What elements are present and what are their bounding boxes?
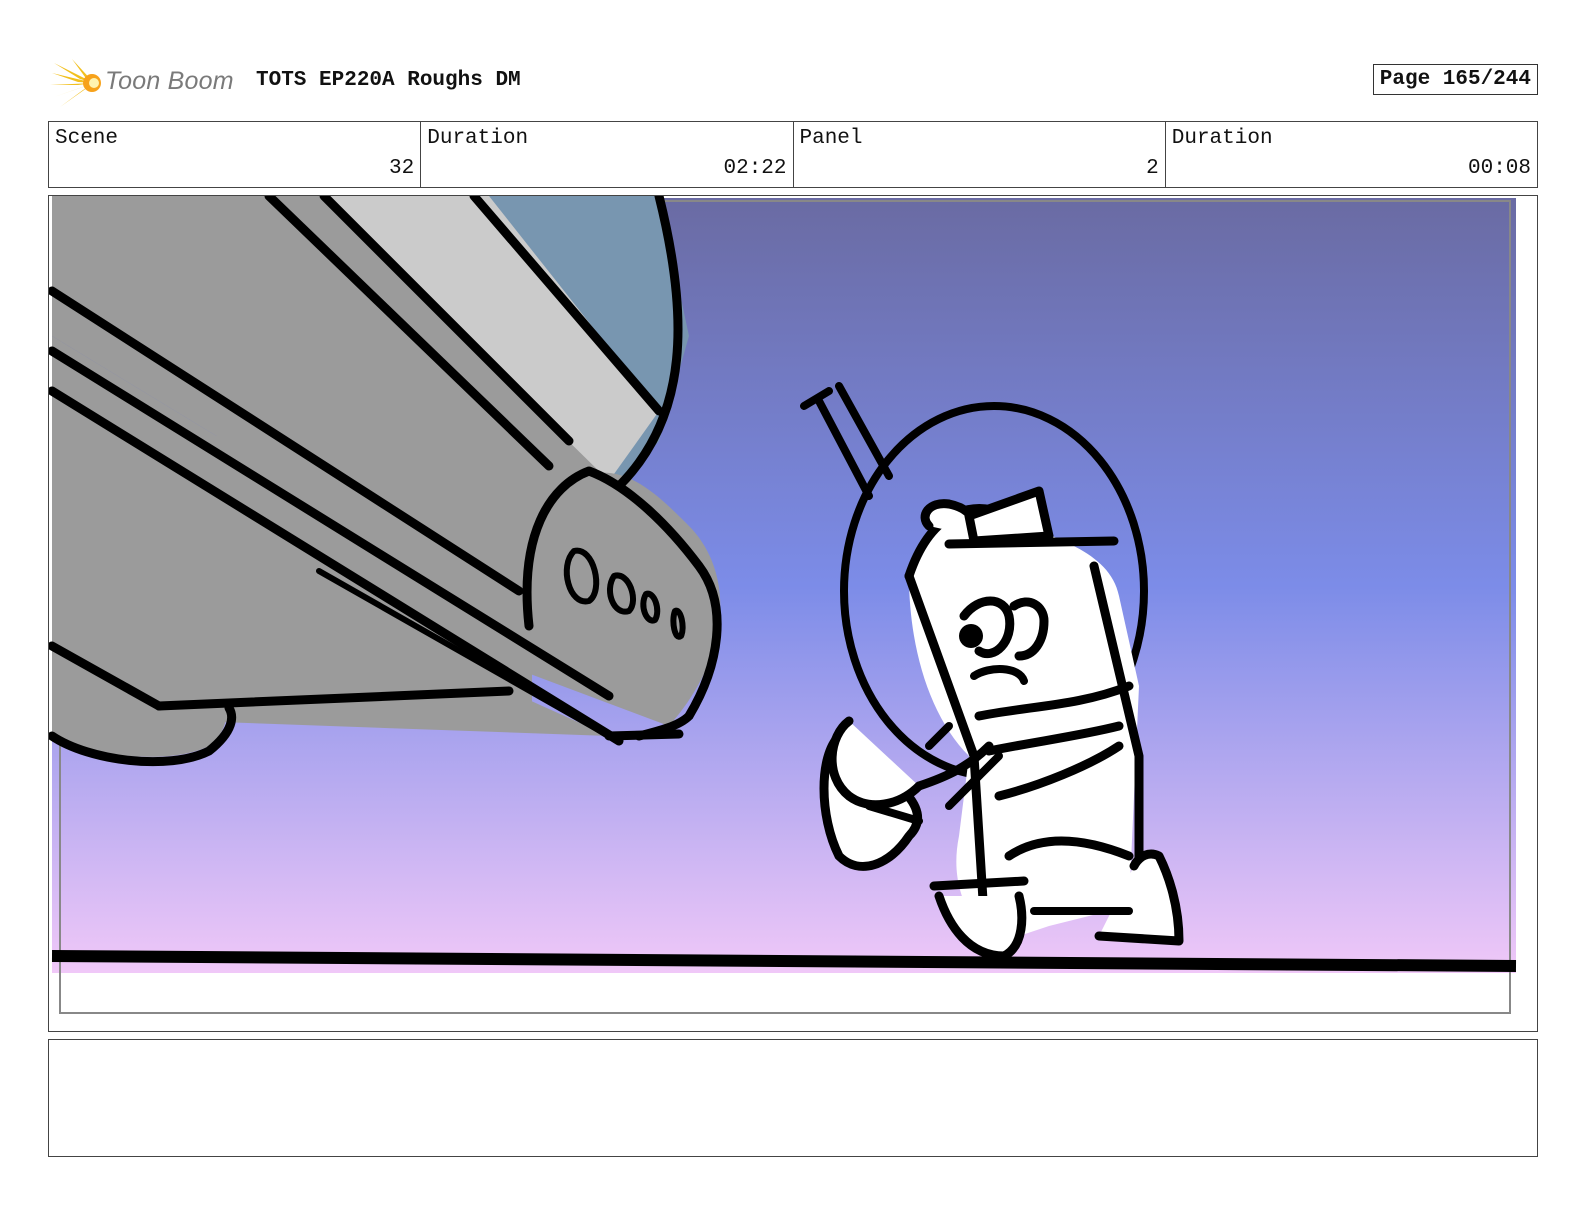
page-header: Toon Boom TOTS EP220A Roughs DM Page 165… <box>48 55 1538 110</box>
toon-boom-logo: Toon Boom <box>50 57 240 109</box>
logo-text: Toon Boom <box>105 67 234 95</box>
page-indicator: Page 165/244 <box>1372 64 1538 95</box>
scene-info-row: Scene 32 Duration 02:22 Panel 2 Duration… <box>48 121 1538 188</box>
panel-cell: Panel 2 <box>794 122 1166 187</box>
panel-label: Panel <box>799 127 863 150</box>
storyboard-panel <box>48 195 1538 1032</box>
scene-duration-cell: Duration 02:22 <box>421 122 794 187</box>
scene-value: 32 <box>389 157 415 180</box>
panel-notes <box>48 1039 1538 1157</box>
scene-cell: Scene 32 <box>49 122 422 187</box>
scene-duration-value: 02:22 <box>723 157 787 180</box>
spaceship <box>49 196 722 767</box>
scene-label: Scene <box>55 127 119 150</box>
notes-text <box>49 1040 1537 1052</box>
document-title: TOTS EP220A Roughs DM <box>256 69 521 92</box>
panel-duration-label: Duration <box>1171 127 1273 150</box>
panel-drawing <box>49 196 1517 1014</box>
panel-value: 2 <box>1146 157 1159 180</box>
scene-duration-label: Duration <box>427 127 529 150</box>
starburst-icon <box>50 59 101 107</box>
panel-duration-cell: Duration 00:08 <box>1166 122 1537 187</box>
panel-duration-value: 00:08 <box>1467 157 1531 180</box>
ship-lower-fill <box>52 436 532 716</box>
